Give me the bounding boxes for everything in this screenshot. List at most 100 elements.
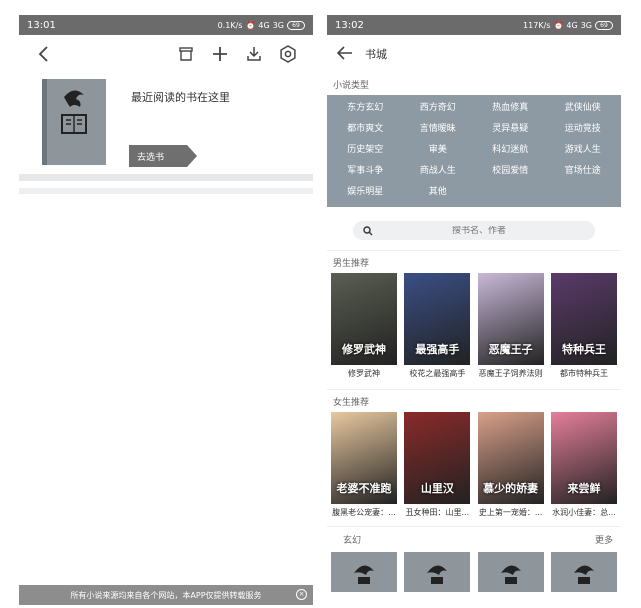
go-pick-books-label: 去选书 — [137, 153, 165, 163]
genre-item[interactable]: 其他 — [402, 182, 475, 203]
book-cover[interactable]: 特种兵王 — [550, 273, 617, 365]
book-thumb[interactable] — [550, 552, 617, 592]
search-input[interactable] — [373, 225, 585, 236]
back-icon[interactable] — [27, 39, 61, 69]
signal-3g: 3G — [272, 20, 284, 30]
cover-title: 最强高手 — [415, 343, 460, 356]
genre-item[interactable]: 都市爽文 — [329, 119, 402, 140]
signal-3g: 3G — [580, 20, 592, 30]
dragon-logo-icon — [354, 565, 374, 584]
genre-item[interactable]: 武侠仙侠 — [547, 98, 620, 119]
book-card[interactable]: 特种兵王都市特种兵王 — [550, 273, 617, 379]
genre-item[interactable]: 言情暧昧 — [402, 119, 475, 140]
book-title: 恶魔王子饲养法则 — [478, 369, 543, 378]
female-books-row: 老婆不准跑 腹黑老公宠妻：... 山里汉 丑女种田：山里... 慕少的娇妻 史上第一宠婚：… — [327, 412, 621, 518]
book-thumb[interactable] — [477, 552, 544, 592]
status-time: 13:01 — [27, 19, 56, 31]
download-icon[interactable] — [237, 39, 271, 69]
xuanhuan-books-row — [327, 552, 621, 592]
cover-title: 慕少的娇妻 — [483, 482, 539, 495]
cover-title: 恶魔王子 — [488, 343, 533, 356]
more-link[interactable]: 更多 — [595, 533, 613, 546]
book-card[interactable]: 山里汉丑女种田：山里... — [404, 412, 471, 518]
book-thumb[interactable] — [331, 552, 397, 592]
dragon-logo-icon — [500, 565, 521, 584]
genre-item[interactable]: 东方玄幻 — [329, 98, 402, 119]
book-cover[interactable]: 修罗武神 — [331, 273, 397, 365]
male-books-row: 修罗武神 修罗武神 最强高手 校花之最强高手 恶魔王子 恶魔王子饲养法则 特种兵王 都市特种兵… — [327, 273, 621, 379]
genre-item[interactable]: 西方奇幻 — [402, 98, 475, 119]
book-card[interactable]: 慕少的娇妻 史上第一宠婚：... — [477, 412, 544, 518]
status-bar: 13:02 117K/s ⏰ 4G 3G 69 — [327, 15, 621, 35]
battery-icon: 69 — [287, 20, 305, 30]
bookstore-screen: 13:02 117K/s ⏰ 4G 3G 69 书城 小说类型 东方玄幻 西方奇幻… — [327, 15, 621, 605]
empty-shelf-message: 最近阅读的书在这里 — [131, 91, 230, 104]
book-title: 水润小佳妻：总... — [552, 508, 616, 517]
cover-title: 修罗武神 — [342, 343, 386, 356]
page-title: 书城 — [365, 48, 387, 61]
cover-title: 山里汉 — [420, 482, 454, 495]
status-time: 13:02 — [335, 19, 364, 31]
genre-item[interactable]: 商战人生 — [402, 161, 475, 182]
disclaimer-text: 所有小说来源均来自各个网站，本APP仅提供转载服务 — [70, 590, 262, 600]
genre-item[interactable]: 历史架空 — [329, 140, 402, 161]
toolbar — [19, 35, 313, 73]
network-speed: 0.1K/s — [217, 20, 243, 30]
settings-icon[interactable] — [271, 39, 305, 69]
book-cover[interactable]: 山里汉 — [404, 412, 471, 504]
bookshelf-screen: 13:01 0.1K/s ⏰ 4G 3G 69 最近阅读的书在这里 去选书 所有… — [19, 15, 313, 605]
book-title: 都市特种兵王 — [559, 369, 608, 378]
search-bar[interactable] — [353, 221, 595, 240]
battery-icon: 69 — [595, 20, 613, 30]
placeholder-book-cover[interactable] — [42, 79, 106, 165]
genre-item[interactable]: 校园爱情 — [474, 161, 547, 182]
alarm-icon: ⏰ — [553, 20, 564, 30]
cover-title: 特种兵王 — [561, 343, 606, 356]
close-icon[interactable]: × — [296, 589, 307, 600]
xuanhuan-section-header: 玄幻 更多 — [327, 527, 621, 552]
search-icon — [363, 221, 373, 240]
shelf-divider — [19, 174, 313, 181]
network-speed: 117K/s — [523, 20, 551, 30]
dragon-logo-icon — [61, 90, 87, 134]
genre-grid: 东方玄幻 西方奇幻 热血修真 武侠仙侠都市爽文 言情暧昧 灵异悬疑 运动竞技历史架空 审美 科幻… — [327, 95, 621, 207]
genre-item[interactable]: 军事斗争 — [329, 161, 402, 182]
book-title: 修罗武神 — [348, 369, 380, 378]
status-bar: 13:01 0.1K/s ⏰ 4G 3G 69 — [19, 15, 313, 35]
dragon-logo-icon — [573, 565, 594, 584]
disclaimer-banner: 所有小说来源均来自各个网站，本APP仅提供转载服务 × — [19, 585, 313, 605]
shelf-divider-2 — [19, 188, 313, 194]
book-cover[interactable]: 恶魔王子 — [477, 273, 544, 365]
book-card[interactable]: 恶魔王子恶魔王子饲养法则 — [477, 273, 544, 379]
signal-4g: 4G — [566, 20, 578, 30]
add-icon[interactable] — [203, 39, 237, 69]
archive-icon[interactable] — [169, 39, 203, 69]
xuanhuan-section-label: 玄幻 — [343, 536, 362, 546]
genre-section-label: 小说类型 — [333, 81, 370, 91]
book-cover[interactable]: 来尝鲜 — [550, 412, 617, 504]
genre-item[interactable]: 灵异悬疑 — [474, 119, 547, 140]
signal-4g: 4G — [258, 20, 270, 30]
book-card[interactable]: 修罗武神 修罗武神 — [331, 273, 397, 379]
book-card[interactable]: 最强高手校花之最强高手 — [404, 273, 471, 379]
book-cover[interactable]: 慕少的娇妻 — [477, 412, 544, 504]
book-card[interactable]: 来尝鲜水润小佳妻：总... — [550, 412, 617, 518]
genre-item[interactable]: 审美 — [402, 140, 475, 161]
book-title: 丑女种田：山里... — [405, 508, 470, 517]
genre-item[interactable]: 运动竞技 — [547, 119, 620, 140]
dragon-logo-icon — [427, 565, 448, 584]
genre-item[interactable]: 游戏人生 — [547, 140, 620, 161]
genre-item[interactable]: 官场仕途 — [547, 161, 620, 182]
genre-item[interactable]: 热血修真 — [474, 98, 547, 119]
book-card[interactable]: 老婆不准跑 腹黑老公宠妻：... — [331, 412, 397, 518]
book-cover[interactable]: 最强高手 — [404, 273, 471, 365]
book-cover[interactable]: 老婆不准跑 — [331, 412, 397, 504]
book-thumb[interactable] — [404, 552, 471, 592]
book-title: 校花之最强高手 — [409, 369, 466, 378]
genre-item[interactable]: 科幻迷航 — [474, 140, 547, 161]
cover-title: 来尝鲜 — [567, 482, 601, 495]
genre-item[interactable]: 娱乐明星 — [329, 182, 402, 203]
cover-title: 老婆不准跑 — [336, 482, 392, 495]
male-section-label: 男生推荐 — [333, 259, 370, 269]
back-arrow-icon[interactable] — [336, 45, 353, 64]
